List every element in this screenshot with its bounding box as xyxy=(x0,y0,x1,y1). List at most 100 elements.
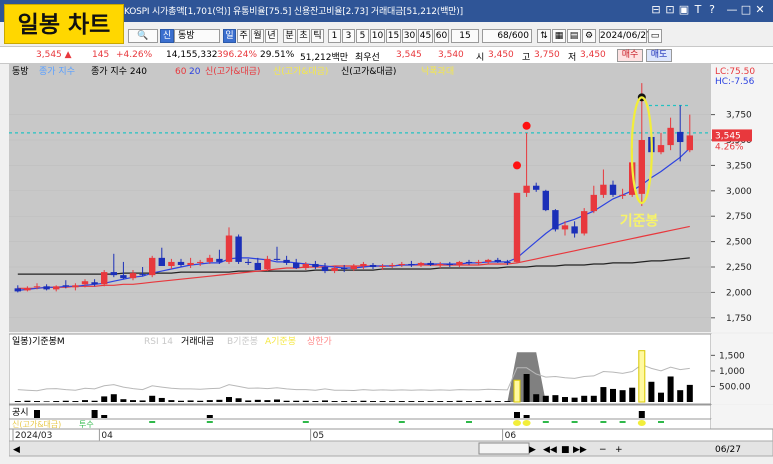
restore-panel-icon[interactable]: ⊡ xyxy=(664,3,676,17)
tab-yearly[interactable]: 년 xyxy=(265,29,278,43)
volume-bar xyxy=(158,397,165,402)
volume-bar xyxy=(513,379,521,403)
scroll-right-button[interactable]: ▶ xyxy=(529,445,536,455)
legend-signal-3: 신(고가&대금) xyxy=(341,66,396,77)
volume-bar xyxy=(14,401,21,402)
candle-body xyxy=(206,257,213,262)
best-ask-label: 최우선 xyxy=(355,53,380,63)
candle-body xyxy=(187,262,194,265)
zoom-in-button[interactable]: + xyxy=(615,445,623,455)
candle-body xyxy=(81,281,89,285)
signal-panel-bg xyxy=(9,404,712,420)
tab-daily[interactable]: 일 xyxy=(223,29,236,43)
tab-tick[interactable]: 틱 xyxy=(311,29,324,43)
current-price-label: 3,545 xyxy=(715,131,741,141)
zoom-out-button[interactable]: − xyxy=(599,445,607,455)
candle-body xyxy=(101,272,108,285)
volume-bar xyxy=(82,400,88,402)
candle-body xyxy=(120,275,127,279)
tab-minute[interactable]: 분 xyxy=(283,29,296,43)
volume-bar xyxy=(130,400,136,402)
legend-index-label: 종가 지수 xyxy=(39,66,75,77)
candle-body xyxy=(465,261,473,263)
x-tick-label: 06 xyxy=(505,431,517,441)
volume-bar xyxy=(648,381,655,402)
volume-bar xyxy=(293,400,300,402)
candle-body xyxy=(254,262,261,271)
candle-body xyxy=(533,185,540,190)
volume-bar xyxy=(331,401,338,402)
candle-body xyxy=(379,265,386,268)
scroll-left-button[interactable]: ◀ xyxy=(13,445,20,455)
high-label: 고 xyxy=(522,53,531,63)
price-panel-bg xyxy=(9,64,711,332)
scroll-thumb[interactable] xyxy=(478,442,530,455)
calendar-icon[interactable]: ▭ xyxy=(648,29,662,43)
interval-60-button[interactable]: 60 xyxy=(434,29,449,43)
interval-1-button[interactable]: 1 xyxy=(328,29,341,43)
grid-icon[interactable]: ▦ xyxy=(552,29,566,43)
disclosure-bar xyxy=(514,412,520,418)
volume-bar xyxy=(360,400,367,402)
interval-45-button[interactable]: 45 xyxy=(418,29,433,43)
disclosure-bar xyxy=(34,410,40,418)
stock-name-field[interactable]: 동방 xyxy=(174,29,220,43)
close-window-button[interactable]: ✕ xyxy=(754,3,766,17)
signal-dot-yellow xyxy=(522,420,531,426)
minimize-panel-icon[interactable]: ⊟ xyxy=(650,3,662,17)
candle-body xyxy=(341,268,348,270)
volume-bar xyxy=(494,401,501,402)
volume-bar xyxy=(379,401,386,402)
stop-button[interactable]: ■ xyxy=(561,445,570,455)
buy-button[interactable]: 매수 xyxy=(617,49,643,62)
fast-forward-button[interactable]: ▶▶ xyxy=(573,445,587,455)
rewind-button[interactable]: ◀◀ xyxy=(543,445,557,455)
date-input[interactable]: 2024/06/27 xyxy=(599,29,652,43)
current-pct-label: 4.26% xyxy=(715,142,744,152)
candle-body xyxy=(24,288,31,291)
legend-upper-limit: 상한가 xyxy=(307,336,332,347)
compare-icon[interactable]: ⇅ xyxy=(537,29,551,43)
legend-drop: 낙폭과대 xyxy=(421,66,454,77)
help-icon[interactable]: ? xyxy=(706,3,718,17)
interval-5-button[interactable]: 5 xyxy=(356,29,369,43)
layout-icon[interactable]: ▣ xyxy=(678,3,690,17)
text-icon[interactable]: T xyxy=(692,3,704,17)
interval-3-button[interactable]: 3 xyxy=(342,29,355,43)
candle-body xyxy=(657,145,665,153)
count-input[interactable]: 68/600 xyxy=(482,29,532,43)
candle-body xyxy=(245,261,252,263)
tab-second[interactable]: 초 xyxy=(297,29,310,43)
maximize-window-button[interactable]: □ xyxy=(740,3,752,17)
volume-bar xyxy=(437,401,444,402)
disclosure-bar xyxy=(91,410,98,418)
candle-body xyxy=(235,236,242,262)
stock-search-button[interactable]: 🔍 xyxy=(128,29,158,43)
candle-body xyxy=(494,259,501,262)
candle-body xyxy=(638,140,645,194)
candle-body xyxy=(302,263,309,269)
interval-input[interactable]: 15 xyxy=(451,29,479,43)
legend-new-high: 신(고가&대금) xyxy=(12,420,61,429)
tab-monthly[interactable]: 월 xyxy=(251,29,264,43)
candle-body xyxy=(427,262,434,265)
stock-chart[interactable]: 1,7502,0002,2502,5002,7503,0003,2503,500… xyxy=(9,64,773,460)
minimize-window-button[interactable]: — xyxy=(726,3,738,17)
legend-index: 종가 지수 240 xyxy=(91,66,147,77)
turnover-rate: 29.51% xyxy=(260,50,295,60)
volume-ratio: 396.24% xyxy=(217,50,258,60)
candle-body xyxy=(110,272,117,276)
sell-button[interactable]: 매도 xyxy=(646,49,672,62)
tab-weekly[interactable]: 주 xyxy=(237,29,250,43)
interval-10-button[interactable]: 10 xyxy=(370,29,385,43)
disclosure-bar xyxy=(638,411,645,418)
settings-icon[interactable]: ⚙ xyxy=(582,29,596,43)
nav-date-label: 06/27 xyxy=(715,445,741,455)
volume-bar xyxy=(552,395,559,402)
save-icon[interactable]: ▤ xyxy=(567,29,581,43)
candle-body xyxy=(485,259,492,262)
candle-body xyxy=(408,263,415,265)
legend-trade-amount: 거래대금 xyxy=(181,336,214,347)
interval-30-button[interactable]: 30 xyxy=(402,29,417,43)
interval-15-button[interactable]: 15 xyxy=(386,29,401,43)
